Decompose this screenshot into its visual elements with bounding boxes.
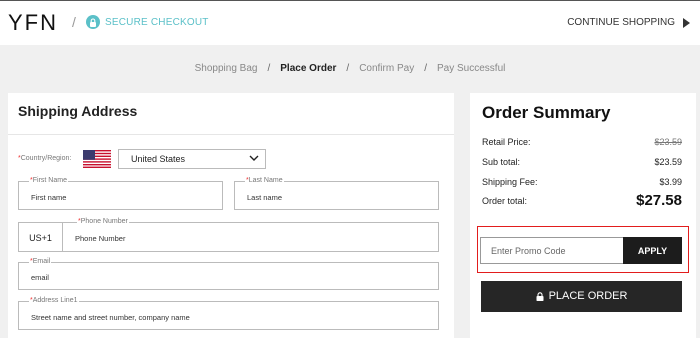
step-confirm-pay: Confirm Pay <box>359 63 415 74</box>
address-line1-placeholder: Street name and street number, company n… <box>31 313 190 322</box>
phone-placeholder: Phone Number <box>75 234 126 243</box>
first-name-placeholder: First name <box>31 193 67 202</box>
promo-code-input[interactable]: Enter Promo Code <box>480 237 623 264</box>
last-name-label: *Last Name <box>245 177 284 185</box>
step-separator: / <box>424 63 427 74</box>
phone-field[interactable]: US+1 *Phone Number Phone Number <box>18 218 439 252</box>
order-total-label: Order total: <box>482 196 528 206</box>
subtotal-row: Sub total: $23.59 <box>482 157 682 167</box>
shipping-fee-row: Shipping Fee: $3.99 <box>482 177 682 187</box>
shipping-address-panel: Shipping Address *Country/Region: United… <box>8 93 454 338</box>
chevron-down-icon <box>249 155 259 161</box>
first-name-label: *First Name <box>29 177 68 185</box>
country-value: United States <box>131 154 186 164</box>
step-separator: / <box>267 63 271 74</box>
place-order-button[interactable]: PLACE ORDER <box>481 281 682 312</box>
first-name-field[interactable]: *First Name First name <box>18 177 223 210</box>
shipping-fee-label: Shipping Fee: <box>482 177 538 187</box>
top-header: YFN / SECURE CHECKOUT CONTINUE SHOPPING <box>0 0 700 45</box>
address-line1-field[interactable]: *Address Line1 Street name and street nu… <box>18 297 439 330</box>
checkout-steps: Shopping Bag / Place Order / Confirm Pay / Pay… <box>0 63 700 74</box>
subtotal-label: Sub total: <box>482 157 521 167</box>
yfn-logo[interactable]: YFN <box>8 10 58 36</box>
retail-price-value: $23.59 <box>654 137 682 147</box>
phone-label: *Phone Number <box>77 218 129 226</box>
phone-country-code[interactable]: US+1 <box>19 223 63 251</box>
subtotal-value: $23.59 <box>654 157 682 167</box>
order-total-row: Order total: $27.58 <box>482 192 682 209</box>
order-total-value: $27.58 <box>636 192 682 209</box>
lock-icon <box>86 15 100 29</box>
country-label: *Country/Region: <box>18 155 72 162</box>
place-order-label: PLACE ORDER <box>548 290 628 302</box>
retail-price-label: Retail Price: <box>482 137 531 147</box>
shipping-fee-value: $3.99 <box>659 177 682 187</box>
order-summary-title: Order Summary <box>482 103 611 122</box>
email-field[interactable]: *Email email <box>18 258 439 290</box>
shipping-address-title: Shipping Address <box>18 103 138 119</box>
secure-checkout-label: SECURE CHECKOUT <box>105 17 209 28</box>
lock-icon <box>536 292 544 301</box>
apply-button[interactable]: APPLY <box>623 237 682 264</box>
step-place-order: Place Order <box>280 63 337 74</box>
step-shopping-bag[interactable]: Shopping Bag <box>195 63 258 74</box>
play-arrow-icon <box>683 17 690 28</box>
header-separator: / <box>72 14 76 30</box>
country-select[interactable]: United States <box>118 149 266 169</box>
continue-shopping-link[interactable]: CONTINUE SHOPPING <box>567 17 690 28</box>
email-label: *Email <box>29 258 52 266</box>
divider <box>8 134 454 135</box>
last-name-placeholder: Last name <box>247 193 283 202</box>
step-pay-successful: Pay Successful <box>436 63 506 74</box>
continue-shopping-label: CONTINUE SHOPPING <box>567 17 675 28</box>
retail-price-row: Retail Price: $23.59 <box>482 137 682 147</box>
email-placeholder: email <box>31 273 49 282</box>
last-name-field[interactable]: *Last Name Last name <box>234 177 439 210</box>
address-line1-label: *Address Line1 <box>29 297 79 305</box>
step-separator: / <box>346 63 350 74</box>
us-flag-icon <box>83 150 111 168</box>
